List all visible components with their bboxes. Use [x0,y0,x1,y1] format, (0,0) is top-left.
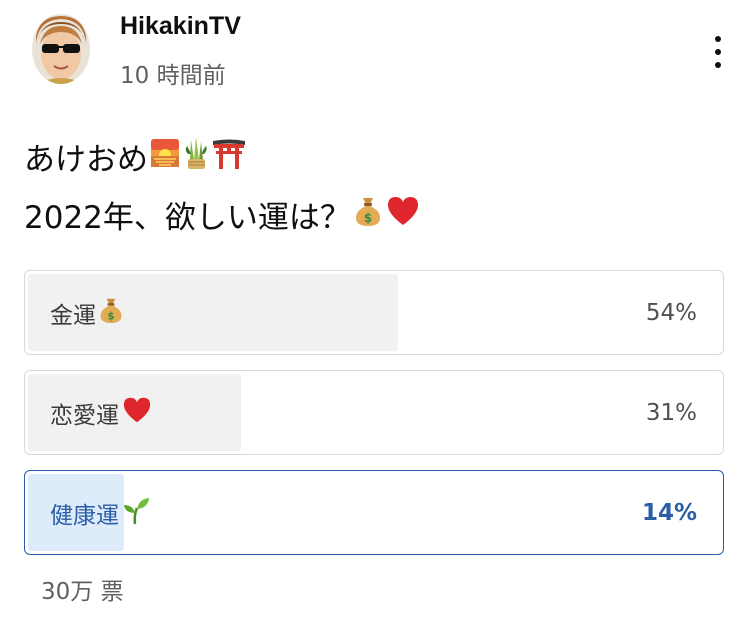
poll-option-text: 金運 [50,302,96,329]
poll-option-percent: 31% [645,399,697,426]
post-question: 2022年、欲しい運は？ [24,200,351,236]
seedling-icon [121,495,151,531]
money-bag-icon: $ [98,296,124,330]
red-heart-icon [121,396,153,430]
svg-text:$: $ [364,211,372,225]
channel-avatar[interactable] [32,14,90,84]
poll-option-percent: 14% [641,499,697,526]
kadomatsu-icon [182,136,210,178]
vote-count: 30万 票 [41,579,124,605]
post-timestamp: 10 時間前 [120,63,226,89]
svg-text:$: $ [107,310,114,322]
red-heart-icon [385,195,421,235]
poll-option-label: 金運 $ [50,271,124,354]
torii-icon [212,136,246,178]
more-options-icon[interactable] [708,34,728,70]
poll-option-text: 健康運 [50,502,119,529]
money-bag-icon: $ [353,195,383,235]
poll-option-label: 健康運 [50,471,151,554]
poll-option-love[interactable]: 恋愛運 31% [24,370,724,455]
poll-option-gold[interactable]: 金運 $54% [24,270,724,355]
post-text-line-1: あけおめ [24,134,246,179]
post-text: あけおめ [24,142,148,178]
post-text-line-2: 2022年、欲しい運は？ $ [24,192,421,237]
poll-option-text: 恋愛運 [50,402,119,429]
poll-option-percent: 54% [645,299,697,326]
sunrise-icon [150,138,180,176]
poll-option-health[interactable]: 健康運 14% [24,470,724,555]
poll-option-label: 恋愛運 [50,371,153,454]
channel-name[interactable]: HikakinTV [120,12,241,41]
